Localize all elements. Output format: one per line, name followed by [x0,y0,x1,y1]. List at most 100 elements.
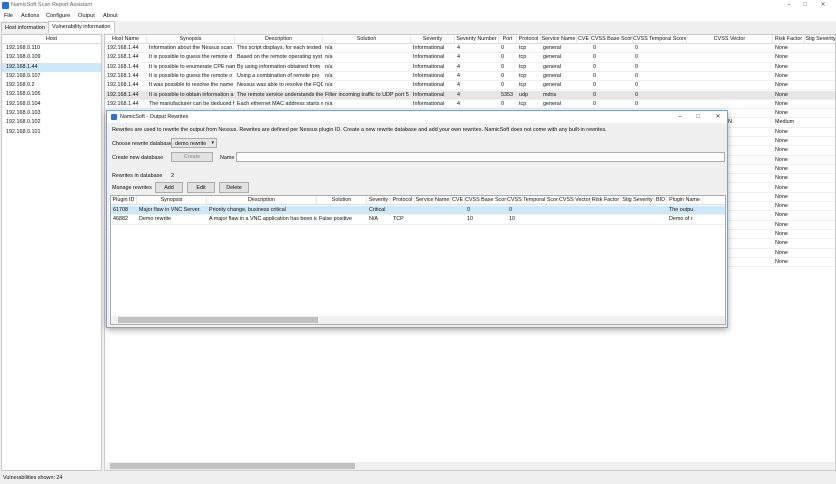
rewrites-scrollbar-thumb[interactable] [118,317,318,323]
table-cell [805,146,835,155]
menu-output[interactable]: Output [78,12,95,20]
host-list-header: Host [2,35,101,44]
rewrites-grid: Plugin ID Synopsis Description Solution Seve… [110,195,726,325]
table-cell: Informational [413,72,445,79]
close-icon[interactable]: ✕ [711,112,725,122]
rewrites-column-header[interactable]: CVE [451,196,465,205]
table-cell: Informational [413,54,445,61]
menu-about[interactable]: About [103,12,118,20]
grid-column-header[interactable]: CVSS Base Score [591,35,633,44]
grid-column-header[interactable]: Solution [323,35,411,44]
table-row[interactable]: 192.168.1.44 The manufacturer can be dedu… [105,100,835,110]
table-cell: general [543,45,561,51]
horizontal-scrollbar-thumb[interactable] [110,463,355,469]
table-cell: 0 [593,91,596,98]
rewrites-column-header[interactable]: Plugin Name [667,196,703,205]
rewrites-column-header[interactable]: CVSS Base Score [465,196,507,205]
table-cell [559,215,591,224]
name-input[interactable] [236,152,725,162]
rewrites-column-header[interactable]: CVSS Temporal Score [507,196,559,205]
close-icon[interactable]: ✕ [816,1,830,10]
host-list-item[interactable]: 192.168.0.107 [2,72,101,81]
maximize-icon[interactable]: □ [691,112,705,122]
host-list-item[interactable]: 192.168.1.44 [2,62,101,72]
add-rewrite-button[interactable]: Add [155,182,183,193]
menu-actions[interactable]: Actions [21,12,39,20]
table-cell: udp [519,91,528,98]
host-list-item[interactable]: 192.168.0.101 [2,128,101,137]
host-list-item[interactable]: 192.168.0.105 [2,90,101,99]
host-list-item[interactable]: 192.168.0.110 [2,44,101,53]
grid-column-header[interactable]: Protocol [517,35,541,44]
rewrites-column-header[interactable]: Solution [317,196,367,205]
table-cell: tcp [519,63,527,70]
table-cell [687,81,773,90]
rewrites-column-header[interactable]: Description [207,196,317,205]
tab-vulnerability-information[interactable]: Vulnerability information [48,21,115,33]
table-cell: 4 [457,91,460,98]
grid-column-header[interactable]: Port [499,35,517,44]
create-button[interactable]: Create [171,152,213,162]
rewrites-column-header[interactable]: Service Name [415,196,451,205]
grid-column-header[interactable]: Service Name [541,35,577,44]
table-cell: 192.168.1.44 [107,72,139,79]
table-cell: Based on the remote operating syst [237,54,323,61]
rewrites-column-header[interactable]: BID [655,196,667,205]
grid-column-header[interactable]: Synopsis [147,35,235,44]
tab-strip: Host information Vulnerability informati… [0,21,836,33]
menu-configure[interactable]: Configure [46,12,70,20]
rewrite-row[interactable]: 46882 Demo rewrite A major flaw in a VNC a… [111,215,725,225]
host-list-item[interactable]: 192.168.0.104 [2,100,101,109]
table-cell: 0 [593,72,596,79]
table-row[interactable]: 192.168.1.44 It is possible to enumerate … [105,63,835,72]
table-cell [391,206,415,215]
table-cell [577,100,591,109]
grid-column-header[interactable]: Stig Severity [805,35,835,44]
grid-column-header[interactable]: CVSS Temporal Score [633,35,687,44]
rewrites-column-header[interactable]: Severity [367,196,391,205]
table-cell: 0 [635,63,638,70]
tab-host-information[interactable]: Host information [1,22,50,33]
grid-column-header[interactable]: Severity [411,35,455,44]
menu-bar: File Actions Configure Output About [0,11,836,21]
table-cell [591,206,621,215]
grid-column-header[interactable]: CVE [577,35,591,44]
rewrites-count-label: Rewrites in database [112,173,163,179]
table-cell [687,53,773,62]
table-row[interactable]: 192.168.1.44 It was possible to resolve t… [105,81,835,91]
maximize-icon[interactable]: □ [798,1,812,10]
table-cell: N/A [369,216,378,223]
grid-column-header[interactable]: Host Name [105,35,147,44]
grid-column-header[interactable]: Severity Number [455,35,499,44]
minimize-icon[interactable]: – [782,1,796,10]
table-cell: Information about the Nessus scan. [149,45,234,51]
menu-file[interactable]: File [4,12,13,20]
host-list-item[interactable]: 192.168.0.102 [2,118,101,127]
database-select[interactable]: demo rewrite ▾ [171,138,217,148]
table-row[interactable]: 192.168.1.44 It is possible to obtain inf… [105,90,835,100]
grid-column-header[interactable]: Risk Factor [773,35,805,44]
table-row[interactable]: 192.168.1.44 It is possible to guess the … [105,53,835,63]
table-cell: 4 [457,63,460,70]
rewrites-column-header[interactable]: CVSS Vector [559,196,591,205]
rewrites-column-header[interactable]: Risk Factor [591,196,621,205]
table-cell: n/a [325,54,333,61]
table-cell [655,206,667,215]
table-row[interactable]: 192.168.1.44 Information about the Nessus… [105,44,835,54]
host-list-item[interactable]: 192.168.0.2 [2,81,101,90]
grid-column-header[interactable]: Description [235,35,323,44]
delete-rewrite-button[interactable]: Delete [219,182,249,193]
host-list-item[interactable]: 192.168.0.109 [2,53,101,62]
rewrites-column-header[interactable]: Plugin ID [111,196,137,205]
grid-column-header[interactable]: CVSS Vector [687,35,773,44]
table-cell: 10 [509,216,515,223]
minimize-icon[interactable]: – [673,112,687,122]
table-row[interactable]: 192.168.1.44 It is possible to guess the … [105,72,835,82]
host-list-item[interactable]: 192.168.0.103 [2,109,101,118]
rewrites-column-header[interactable]: Synopsis [137,196,207,205]
edit-rewrite-button[interactable]: Edit [187,182,215,193]
rewrites-column-header[interactable]: Stig Severity [621,196,655,205]
table-cell: 0 [501,45,504,51]
rewrite-row[interactable]: 61708 Major flaw in VNC Server. Priority c… [111,206,725,216]
rewrites-column-header[interactable]: Protocol [391,196,415,205]
